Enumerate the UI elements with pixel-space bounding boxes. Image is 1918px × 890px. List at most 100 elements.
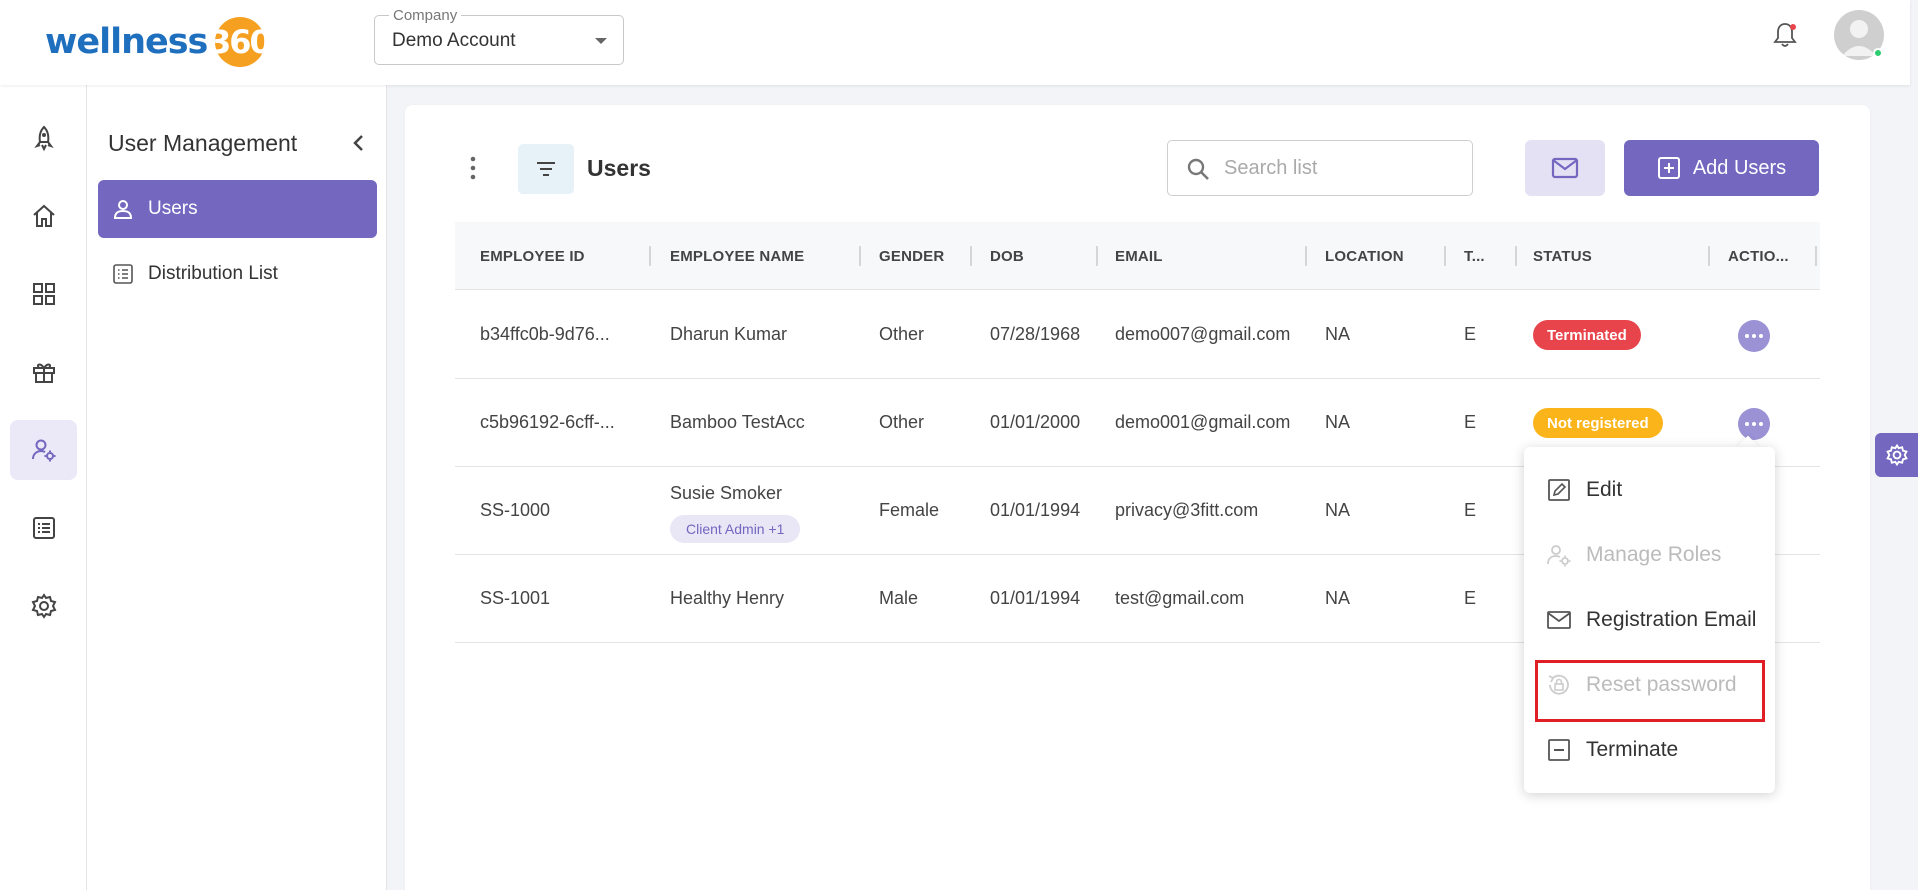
type-cell: E <box>1464 500 1477 520</box>
chevron-down-icon <box>595 38 607 44</box>
column-header[interactable]: STATUS <box>1533 222 1592 290</box>
logo-word: wellness <box>45 22 208 62</box>
menu-item-registration-email[interactable]: Registration Email <box>1524 592 1775 648</box>
terminate-icon <box>1548 739 1570 761</box>
column-header[interactable]: T... <box>1464 222 1485 290</box>
column-header[interactable]: DOB <box>990 222 1024 290</box>
column-divider[interactable] <box>1815 246 1817 266</box>
add-users-button[interactable]: Add Users <box>1624 140 1819 196</box>
status-badge: Not registered <box>1533 408 1663 438</box>
column-header[interactable]: EMPLOYEE ID <box>480 222 585 290</box>
subnav-title: User Management <box>108 130 298 156</box>
company-select[interactable]: Company Demo Account <box>374 7 624 65</box>
gear-icon[interactable] <box>10 576 77 636</box>
employee-name-cell: Dharun Kumar <box>670 324 788 344</box>
user-settings-icon[interactable] <box>10 420 77 480</box>
list-icon <box>113 264 133 284</box>
column-header[interactable]: GENDER <box>879 222 944 290</box>
icon-rail <box>0 85 87 890</box>
gift-icon[interactable] <box>10 342 77 402</box>
floating-settings-button[interactable] <box>1875 433 1918 477</box>
menu-item-label: Edit <box>1586 478 1623 501</box>
status-badge: Terminated <box>1533 320 1641 350</box>
employee-id-cell: SS-1000 <box>480 500 551 520</box>
dashboard-grid-icon[interactable] <box>10 264 77 324</box>
location-cell: NA <box>1325 588 1351 608</box>
menu-item-terminate[interactable]: Terminate <box>1524 722 1775 778</box>
wellness360-logo[interactable]: wellness 360 <box>45 16 272 68</box>
location-cell: NA <box>1325 412 1351 432</box>
employee-id-cell: b34ffc0b-9d76... <box>480 324 610 344</box>
type-cell: E <box>1464 588 1477 608</box>
rocket-icon[interactable] <box>10 108 77 168</box>
column-divider[interactable] <box>1444 246 1446 266</box>
column-divider[interactable] <box>1305 246 1307 266</box>
manage-roles-icon <box>1547 545 1571 567</box>
dob-cell: 01/01/1994 <box>990 500 1081 520</box>
more-vertical-icon[interactable] <box>467 155 479 181</box>
subnav-item-distribution-list[interactable]: Distribution List <box>98 245 377 303</box>
add-users-label: Add Users <box>1692 156 1787 179</box>
column-divider[interactable] <box>1708 246 1710 266</box>
mail-icon <box>1551 157 1579 179</box>
add-box-icon <box>1657 157 1680 179</box>
user-icon <box>113 200 133 219</box>
logo-number: 360 <box>209 16 272 68</box>
email-cell: demo007@gmail.com <box>1115 324 1291 344</box>
top-bar: wellness 360 Company Demo Account <box>0 0 1910 85</box>
column-header[interactable]: EMPLOYEE NAME <box>670 222 804 290</box>
employee-name-cell: Susie Smoker <box>670 483 783 503</box>
dob-cell: 07/28/1968 <box>990 324 1081 344</box>
email-cell: test@gmail.com <box>1115 588 1245 608</box>
email-cell: demo001@gmail.com <box>1115 412 1291 432</box>
gender-cell: Female <box>879 500 940 520</box>
search-input[interactable] <box>1224 153 1454 183</box>
chevron-left-icon[interactable] <box>347 131 371 155</box>
company-value: Demo Account <box>392 30 516 51</box>
menu-item-label: Registration Email <box>1586 608 1757 631</box>
menu-item-manage-roles[interactable]: Manage Roles <box>1524 527 1775 583</box>
row-actions-menu: Edit Manage Roles Registration Email Res… <box>1524 447 1775 793</box>
list-icon[interactable] <box>10 498 77 558</box>
page-title: Users <box>587 155 651 181</box>
employee-id-cell: SS-1001 <box>480 588 551 608</box>
dob-cell: 01/01/1994 <box>990 588 1081 608</box>
subnav-item-label: Users <box>148 198 198 219</box>
column-header[interactable]: ACTIO... <box>1728 222 1789 290</box>
bell-icon[interactable] <box>1770 20 1800 50</box>
menu-item-label: Terminate <box>1586 738 1679 761</box>
employee-id-cell: c5b96192-6cff-... <box>480 412 615 432</box>
search-box[interactable] <box>1167 140 1473 196</box>
table-row[interactable]: b34ffc0b-9d76... Dharun Kumar Other 07/2… <box>455 291 1820 379</box>
gender-cell: Other <box>879 324 925 344</box>
user-management-sidebar: User Management Users Distribution List <box>87 85 387 890</box>
row-actions-button[interactable] <box>1738 320 1770 352</box>
home-icon[interactable] <box>10 186 77 246</box>
gear-icon <box>1885 443 1908 467</box>
column-header[interactable]: LOCATION <box>1325 222 1404 290</box>
highlight-box <box>1535 660 1765 722</box>
column-divider[interactable] <box>649 246 651 266</box>
filter-icon <box>537 162 555 176</box>
subnav-item-users[interactable]: Users <box>98 180 377 238</box>
column-divider[interactable] <box>970 246 972 266</box>
mail-icon <box>1547 611 1571 629</box>
column-header[interactable]: EMAIL <box>1115 222 1163 290</box>
column-divider[interactable] <box>1096 246 1098 266</box>
type-cell: E <box>1464 324 1477 344</box>
dob-cell: 01/01/2000 <box>990 412 1081 432</box>
online-status-dot <box>1873 48 1883 58</box>
table-header: EMPLOYEE ID EMPLOYEE NAME GENDER DOB EMA… <box>455 222 1820 290</box>
email-button[interactable] <box>1525 140 1605 196</box>
type-cell: E <box>1464 412 1477 432</box>
edit-icon <box>1548 479 1570 501</box>
column-divider[interactable] <box>859 246 861 266</box>
search-icon <box>1187 158 1209 180</box>
subnav-item-label: Distribution List <box>148 263 278 284</box>
menu-item-edit[interactable]: Edit <box>1524 462 1775 518</box>
location-cell: NA <box>1325 324 1351 344</box>
column-divider[interactable] <box>1515 246 1517 266</box>
role-chip[interactable]: Client Admin +1 <box>670 515 801 543</box>
row-actions-button[interactable] <box>1738 408 1770 440</box>
filter-button[interactable] <box>518 144 574 194</box>
